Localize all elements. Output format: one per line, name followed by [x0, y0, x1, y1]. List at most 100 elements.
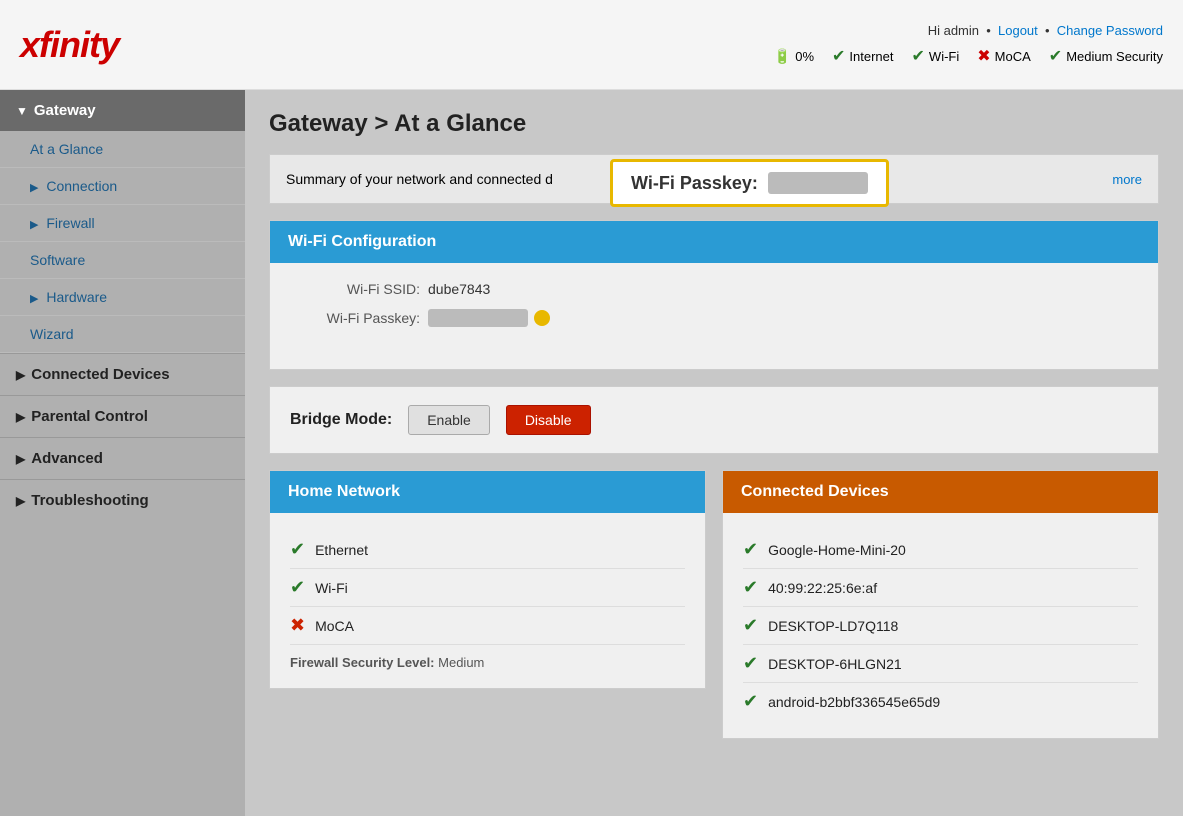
sidebar-gateway-label: Gateway: [34, 102, 96, 119]
moca-item-err-icon: ✖: [290, 615, 305, 636]
enable-button[interactable]: Enable: [408, 405, 490, 435]
device-ok-icon-2: ✔: [743, 615, 758, 636]
internet-label: Internet: [849, 49, 893, 64]
device-label-2: DESKTOP-LD7Q118: [768, 618, 898, 634]
summary-bar: Summary of your network and connected d …: [269, 154, 1159, 204]
hardware-arrow-icon: ▶: [30, 293, 38, 305]
ssid-value: dube7843: [428, 281, 490, 297]
firewall-security-value: Medium: [438, 655, 484, 670]
troubleshooting-arrow-icon: ▶: [16, 494, 25, 508]
wifi-label: Wi-Fi: [929, 49, 959, 64]
logout-link[interactable]: Logout: [998, 23, 1038, 38]
firewall-arrow-icon: ▶: [30, 219, 38, 231]
internet-status: ✔ Internet: [832, 46, 894, 66]
wifi-item: ✔ Wi-Fi: [290, 569, 685, 607]
sidebar-item-wizard[interactable]: Wizard: [0, 316, 245, 353]
passkey-row: Wi-Fi Passkey:: [290, 309, 1138, 327]
parental-control-arrow-icon: ▶: [16, 410, 25, 424]
sidebar-item-firewall[interactable]: ▶ Firewall: [0, 205, 245, 242]
device-item-4: ✔ android-b2bbf336545e65d9: [743, 683, 1138, 720]
wifi-config-section: Wi-Fi Configuration Wi-Fi SSID: dube7843…: [269, 220, 1159, 370]
connection-arrow-icon: ▶: [30, 182, 38, 194]
ethernet-item: ✔ Ethernet: [290, 531, 685, 569]
home-network-panel: Home Network ✔ Ethernet ✔ Wi-Fi ✖: [269, 470, 706, 755]
device-item-2: ✔ DESKTOP-LD7Q118: [743, 607, 1138, 645]
bridge-mode-section: Bridge Mode: Enable Disable: [269, 386, 1159, 454]
connected-devices-body: ✔ Google-Home-Mini-20 ✔ 40:99:22:25:6e:a…: [723, 513, 1158, 738]
device-ok-icon-4: ✔: [743, 691, 758, 712]
moca-label: MoCA: [995, 49, 1031, 64]
header-right: Hi admin • Logout • Change Password 🔋 0%…: [774, 23, 1163, 66]
wifi-callout-label: Wi-Fi Passkey:: [631, 173, 758, 194]
ethernet-ok-icon: ✔: [290, 539, 305, 560]
connected-devices-arrow-icon: ▶: [16, 368, 25, 382]
wifi-passkey-callout: Wi-Fi Passkey:: [610, 159, 889, 207]
disable-button[interactable]: Disable: [506, 405, 591, 435]
ssid-row: Wi-Fi SSID: dube7843: [290, 281, 1138, 297]
logo-text: xfinity: [20, 24, 119, 65]
wifi-ok-icon: ✔: [912, 46, 925, 66]
device-label-0: Google-Home-Mini-20: [768, 542, 906, 558]
connected-devices-header: Connected Devices: [723, 471, 1158, 513]
home-network-body: ✔ Ethernet ✔ Wi-Fi ✖ MoCA Firewall Sec: [270, 513, 705, 688]
device-label-3: DESKTOP-6HLGN21: [768, 656, 902, 672]
home-network-header: Home Network: [270, 471, 705, 513]
security-status: ✔ Medium Security: [1049, 46, 1163, 66]
device-label-4: android-b2bbf336545e65d9: [768, 694, 940, 710]
wifi-item-ok-icon: ✔: [290, 577, 305, 598]
firewall-security-label: Firewall Security Level:: [290, 655, 435, 670]
logo: xfinity: [20, 24, 119, 66]
main-content: Gateway > At a Glance Summary of your ne…: [245, 90, 1183, 816]
moca-item-label: MoCA: [315, 618, 354, 634]
summary-text: Summary of your network and connected d: [286, 171, 553, 187]
device-ok-icon-0: ✔: [743, 539, 758, 560]
ethernet-label: Ethernet: [315, 542, 368, 558]
gateway-arrow-icon: ▼: [16, 104, 28, 118]
battery-label: 0%: [795, 49, 814, 64]
header-top: Hi admin • Logout • Change Password: [774, 23, 1163, 38]
moca-err-icon: ✖: [977, 46, 990, 66]
device-item-3: ✔ DESKTOP-6HLGN21: [743, 645, 1138, 683]
wifi-config-header: Wi-Fi Configuration: [270, 221, 1158, 263]
passkey-value-blur: [428, 309, 528, 327]
battery-status: 🔋 0%: [774, 48, 814, 65]
firewall-row: Firewall Security Level: Medium: [290, 645, 685, 670]
home-network-section: Home Network ✔ Ethernet ✔ Wi-Fi ✖: [269, 470, 706, 689]
sidebar-item-connection[interactable]: ▶ Connection: [0, 168, 245, 205]
advanced-arrow-icon: ▶: [16, 452, 25, 466]
moca-status: ✖ MoCA: [977, 46, 1031, 66]
sidebar-item-software[interactable]: Software: [0, 242, 245, 279]
wifi-status: ✔ Wi-Fi: [912, 46, 960, 66]
sidebar-section-gateway[interactable]: ▼ Gateway: [0, 90, 245, 131]
sidebar-section-connected-devices[interactable]: ▶ Connected Devices: [0, 353, 245, 395]
sidebar-item-hardware[interactable]: ▶ Hardware: [0, 279, 245, 316]
security-ok-icon: ✔: [1049, 46, 1062, 66]
sidebar: ▼ Gateway At a Glance ▶ Connection ▶ Fir…: [0, 90, 245, 816]
battery-icon: 🔋: [774, 48, 791, 65]
connected-devices-section: Connected Devices ✔ Google-Home-Mini-20 …: [722, 470, 1159, 739]
bridge-mode-label: Bridge Mode:: [290, 411, 392, 429]
sidebar-item-at-a-glance[interactable]: At a Glance: [0, 131, 245, 168]
header: xfinity Hi admin • Logout • Change Passw…: [0, 0, 1183, 90]
bottom-panels: Home Network ✔ Ethernet ✔ Wi-Fi ✖: [269, 470, 1159, 755]
sidebar-section-advanced[interactable]: ▶ Advanced: [0, 437, 245, 479]
sidebar-section-troubleshooting[interactable]: ▶ Troubleshooting: [0, 479, 245, 521]
device-ok-icon-3: ✔: [743, 653, 758, 674]
internet-ok-icon: ✔: [832, 46, 845, 66]
device-label-1: 40:99:22:25:6e:af: [768, 580, 877, 596]
header-status: 🔋 0% ✔ Internet ✔ Wi-Fi ✖ MoCA ✔ Medium …: [774, 46, 1163, 66]
wifi-config-body: Wi-Fi SSID: dube7843 Wi-Fi Passkey:: [270, 263, 1158, 369]
wifi-passkey-blur: [768, 172, 868, 194]
device-item-1: ✔ 40:99:22:25:6e:af: [743, 569, 1138, 607]
sidebar-section-parental-control[interactable]: ▶ Parental Control: [0, 395, 245, 437]
change-password-link[interactable]: Change Password: [1057, 23, 1163, 38]
connector-dot: [534, 310, 550, 326]
more-link[interactable]: more: [1112, 172, 1142, 187]
passkey-label: Wi-Fi Passkey:: [290, 310, 420, 326]
device-ok-icon-1: ✔: [743, 577, 758, 598]
ssid-label: Wi-Fi SSID:: [290, 281, 420, 297]
wifi-item-label: Wi-Fi: [315, 580, 348, 596]
security-label: Medium Security: [1066, 49, 1163, 64]
page-title: Gateway > At a Glance: [269, 110, 1159, 138]
moca-item: ✖ MoCA: [290, 607, 685, 645]
